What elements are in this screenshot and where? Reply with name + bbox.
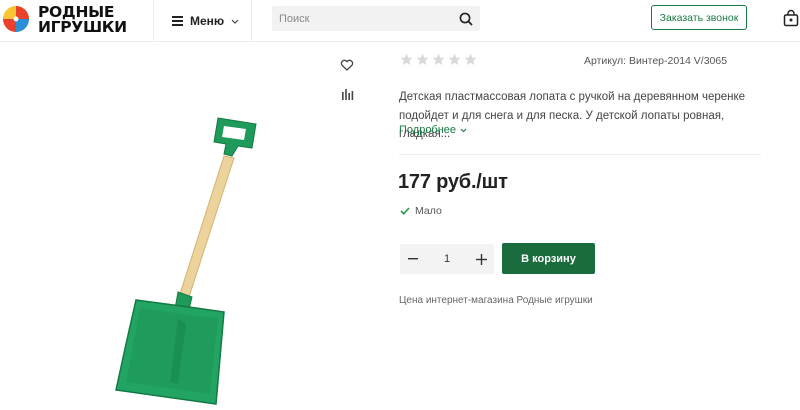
check-icon bbox=[400, 207, 410, 215]
shovel-icon bbox=[115, 117, 257, 405]
search-box bbox=[272, 6, 480, 31]
header-divider bbox=[251, 0, 252, 42]
callback-button[interactable]: Заказать звонок bbox=[651, 5, 747, 30]
star-icon bbox=[464, 53, 477, 65]
product-sku: Артикул: Винтер-2014 V/3065 bbox=[584, 55, 728, 67]
minus-icon bbox=[408, 258, 418, 260]
chevron-down-icon bbox=[460, 128, 467, 132]
stock-status: Мало bbox=[400, 205, 442, 217]
search-icon bbox=[459, 12, 473, 26]
add-to-cart-button[interactable]: В корзину bbox=[502, 243, 595, 274]
more-label: Подробнее bbox=[399, 124, 457, 136]
star-icon bbox=[400, 53, 413, 65]
search-input[interactable] bbox=[272, 6, 450, 31]
search-button[interactable] bbox=[452, 6, 480, 31]
rating-stars[interactable] bbox=[400, 53, 477, 66]
more-link[interactable]: Подробнее bbox=[399, 124, 467, 136]
quantity-value[interactable]: 1 bbox=[426, 244, 468, 274]
decrease-button[interactable] bbox=[400, 244, 426, 274]
quantity-stepper: 1 bbox=[400, 244, 494, 274]
heart-icon[interactable] bbox=[340, 58, 354, 72]
chevron-down-icon bbox=[231, 19, 239, 24]
logo-line-2: ИГРУШКИ bbox=[38, 18, 127, 36]
star-icon bbox=[416, 53, 429, 65]
shopping-bag-icon[interactable] bbox=[783, 9, 799, 27]
logo-text: РОДНЫЕ ИГРУШКИ bbox=[38, 4, 127, 36]
price-note: Цена интернет-магазина Родные игрушки bbox=[399, 295, 593, 306]
site-header: РОДНЫЕ ИГРУШКИ Меню Заказать звонок bbox=[0, 0, 800, 42]
site-logo[interactable]: РОДНЫЕ ИГРУШКИ bbox=[0, 3, 140, 37]
stock-label: Мало bbox=[415, 205, 442, 217]
divider bbox=[399, 154, 761, 155]
hamburger-icon bbox=[172, 16, 183, 26]
beach-ball-icon bbox=[3, 6, 29, 32]
plus-icon bbox=[475, 253, 487, 265]
increase-button[interactable] bbox=[468, 244, 494, 274]
menu-label: Меню bbox=[190, 14, 225, 28]
star-icon bbox=[432, 53, 445, 65]
menu-button[interactable]: Меню bbox=[172, 11, 239, 31]
product-price: 177 руб./шт bbox=[398, 171, 508, 193]
product-image[interactable] bbox=[100, 104, 320, 410]
compare-icon[interactable] bbox=[340, 87, 354, 101]
star-icon bbox=[448, 53, 461, 65]
header-divider bbox=[153, 0, 154, 42]
